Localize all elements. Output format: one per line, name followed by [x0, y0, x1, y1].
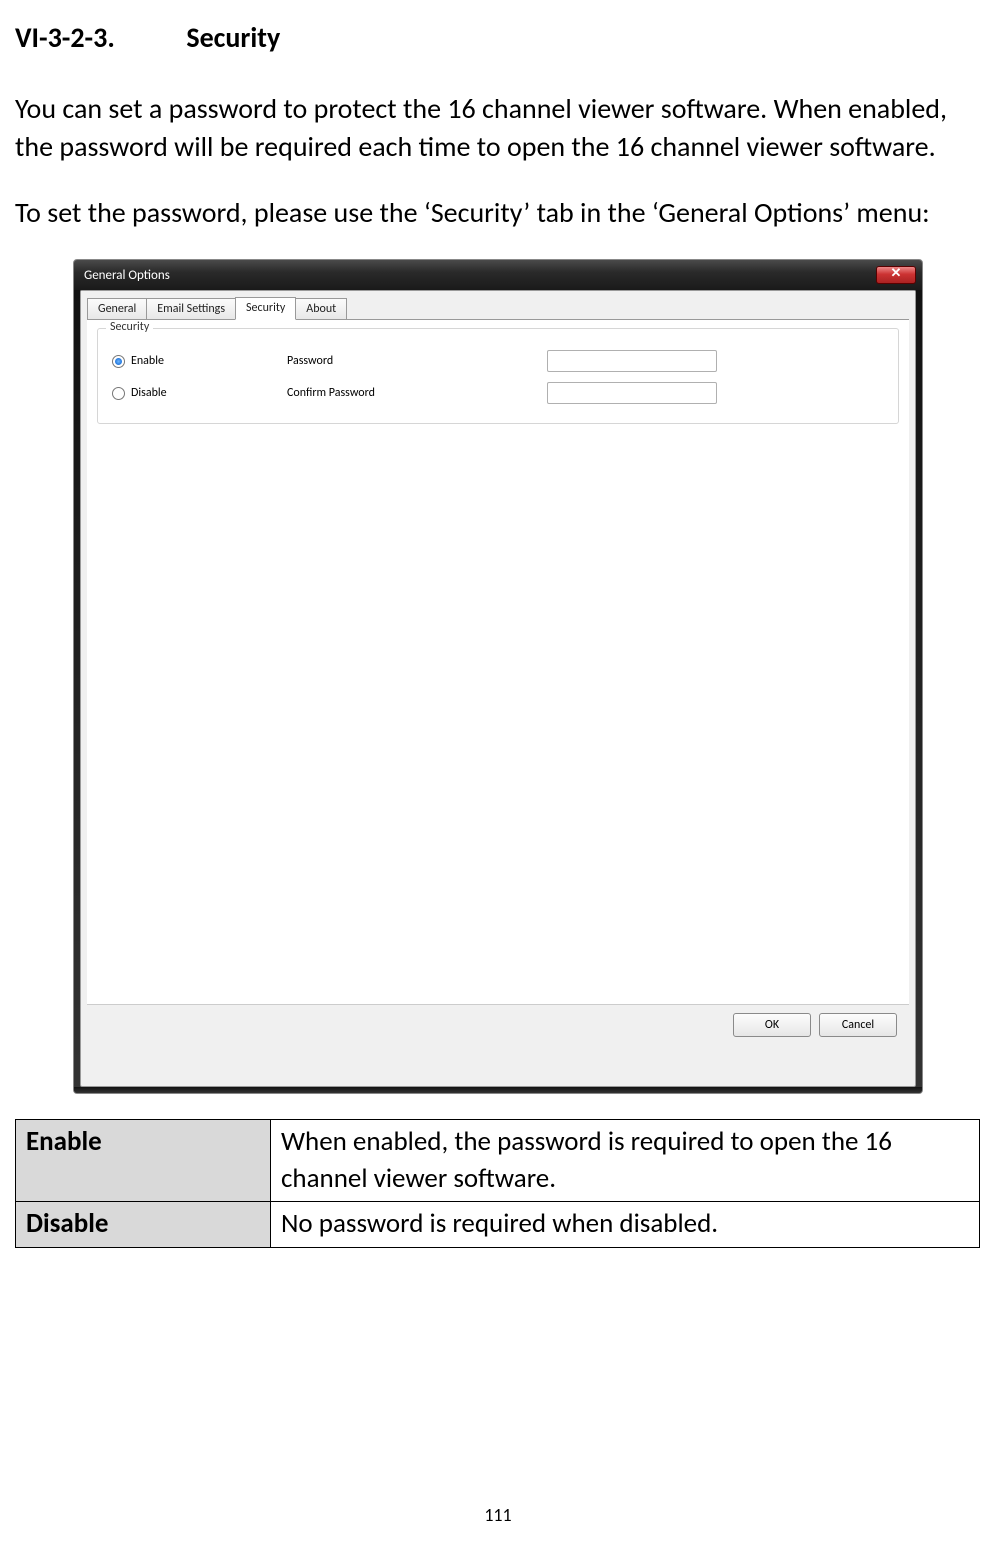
dialog-button-bar: OK Cancel [87, 1004, 909, 1044]
confirm-password-input[interactable] [547, 382, 717, 404]
row-desc: No password is required when disabled. [271, 1202, 980, 1247]
intro-paragraph-1: You can set a password to protect the 16… [15, 90, 981, 166]
tab-email-settings[interactable]: Email Settings [146, 298, 236, 320]
row-desc: When enabled, the password is required t… [271, 1120, 980, 1202]
dialog-titlebar: General Options ✕ [74, 260, 922, 290]
section-heading: VI-3-2-3. Security [15, 20, 981, 55]
table-row: Disable No password is required when dis… [16, 1202, 980, 1247]
close-button[interactable]: ✕ [876, 266, 916, 284]
radio-enable-label: Enable [131, 354, 164, 368]
page-number: 111 [0, 1504, 996, 1526]
intro-paragraph-2: To set the password, please use the ‘Sec… [15, 194, 981, 232]
tab-general[interactable]: General [87, 298, 147, 320]
radio-disable[interactable] [112, 387, 125, 400]
security-fieldset: Security Enable Password Disable Confirm… [97, 328, 899, 424]
confirm-password-label: Confirm Password [287, 386, 547, 400]
general-options-dialog: General Options ✕ General Email Settings… [73, 259, 923, 1094]
row-disable: Disable Confirm Password [112, 377, 884, 409]
security-tabpanel: Security Enable Password Disable Confirm… [87, 319, 909, 1044]
tabstrip: General Email Settings Security About [81, 291, 915, 319]
heading-title: Security [186, 20, 280, 55]
row-name: Enable [16, 1120, 271, 1202]
close-icon: ✕ [891, 266, 902, 281]
row-enable: Enable Password [112, 345, 884, 377]
password-input[interactable] [547, 350, 717, 372]
window-border-right [916, 290, 922, 1093]
dialog-title: General Options [84, 268, 866, 283]
window-border-bottom [74, 1087, 922, 1093]
dialog-body: General Email Settings Security About Se… [80, 290, 916, 1087]
tab-about[interactable]: About [295, 298, 347, 320]
row-name: Disable [16, 1202, 271, 1247]
option-description-table: Enable When enabled, the password is req… [15, 1119, 980, 1247]
ok-button[interactable]: OK [733, 1013, 811, 1037]
fieldset-legend: Security [106, 320, 153, 334]
heading-number: VI-3-2-3. [15, 20, 180, 55]
cancel-button[interactable]: Cancel [819, 1013, 897, 1037]
radio-disable-label: Disable [131, 386, 167, 400]
tab-security[interactable]: Security [235, 297, 296, 320]
password-label: Password [287, 354, 547, 368]
radio-enable[interactable] [112, 355, 125, 368]
table-row: Enable When enabled, the password is req… [16, 1120, 980, 1202]
